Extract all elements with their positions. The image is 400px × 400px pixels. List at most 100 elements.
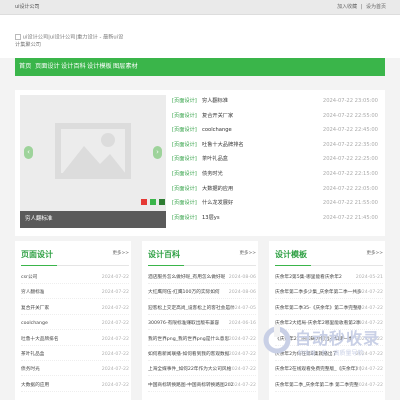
list-item[interactable]: 我的世界png_我的世界png是什么意思 2024-07-22 xyxy=(148,334,256,346)
featured-list-item[interactable]: [页面设计] 13层ys 2024-07-22 21:45:00 xyxy=(170,213,382,224)
more-link[interactable]: 更多>> xyxy=(366,250,383,256)
timestamp: 2024-07-22 22:45:00 xyxy=(322,127,378,134)
timestamp: 2024-07-22 22:05:00 xyxy=(322,185,378,192)
list-item-title[interactable]: 穷人翻标准 xyxy=(21,287,44,298)
article-title[interactable]: 13层ys xyxy=(202,213,220,224)
slider-dot-2[interactable] xyxy=(150,199,156,205)
featured-list-item[interactable]: [页面设计] 茶叶礼品盒 2024-07-22 22:25:00 xyxy=(170,154,382,165)
list-item-title[interactable]: 茶叶礼品盒 xyxy=(21,349,44,360)
image-placeholder-icon xyxy=(55,123,131,179)
featured-list-item[interactable]: [页面设计] 复合开关厂家 2024-07-22 22:55:00 xyxy=(170,111,382,122)
image-slider[interactable]: ‹ › 穷人翻标准 xyxy=(20,95,166,228)
slider-dot-3[interactable] xyxy=(159,199,165,205)
slider-prev-button[interactable]: ‹ xyxy=(24,146,33,159)
column-header: 设计百科 更多>> xyxy=(148,249,256,266)
category-tag[interactable]: [页面设计] xyxy=(172,140,197,151)
article-title[interactable]: 债务时光 xyxy=(202,169,223,180)
list-item-title[interactable]: 上海全媒事件_如何22年作为大公司风格 xyxy=(148,364,231,375)
category-tag[interactable]: [页面设计] xyxy=(172,96,197,107)
featured-list-item[interactable]: [页面设计] 吐鲁十大品牌排名 2024-07-22 22:35:00 xyxy=(170,140,382,151)
more-link[interactable]: 更多>> xyxy=(239,250,256,256)
list-item-title[interactable]: csr公司 xyxy=(21,272,37,283)
slider-next-button[interactable]: › xyxy=(153,146,162,159)
category-tag[interactable]: [页面设计] xyxy=(172,169,197,180)
nav-home[interactable]: 首页 xyxy=(19,58,31,76)
list-item[interactable]: 吐鲁十大品牌排名 2024-07-22 xyxy=(21,334,129,346)
list-item-date: 2024-07-22 xyxy=(228,367,256,373)
list-item[interactable]: 上海全媒事件_如何22年作为大公司风格 2024-07-22 xyxy=(148,364,256,377)
list-item[interactable]: 庆余年2第5集-哪里能看庆余年2 2024-05-21 xyxy=(275,272,383,284)
main-nav: 首页 页面设计 设计百科 设计模板 图层素材 xyxy=(15,58,385,76)
nav-design-template[interactable]: 设计模板 xyxy=(87,58,112,76)
category-tag[interactable]: [页面设计] xyxy=(172,125,197,136)
list-item-title[interactable]: coolchange xyxy=(21,318,48,329)
category-tag[interactable]: [页面设计] xyxy=(172,213,197,224)
list-item[interactable]: 酒店服务怎么做好呢_有用怎么做好呢 2024-08-06 xyxy=(148,272,256,284)
site-name[interactable]: ui设计公司 xyxy=(15,0,40,14)
list-item-title[interactable]: 庆余年第二季多少集_庆余年第二季一共多少集 xyxy=(275,287,361,298)
list-item[interactable]: 庆余年第二季_庆余年第二季 第二季完整 2024-07-22 xyxy=(275,380,383,392)
featured-list-item[interactable]: [页面设计] 债务时光 2024-07-22 22:15:00 xyxy=(170,169,382,180)
list-item[interactable]: 复合开关厂家 2024-07-22 xyxy=(21,303,129,315)
list-item[interactable]: 茶叶礼品盒 2024-07-22 xyxy=(21,349,129,361)
list-item-title[interactable]: 庆余年第二季_庆余年第二季 第二季完整 xyxy=(275,380,359,391)
timestamp: 2024-07-22 22:55:00 xyxy=(322,112,378,119)
list-item-title[interactable]: 迎客松上交定高尚_设客松上的客社会是什么 xyxy=(148,303,234,314)
list-item-date: 2024-07-22 xyxy=(228,336,256,342)
add-favorites-link[interactable]: 加入收藏 xyxy=(337,4,357,10)
list-item[interactable]: 穷人翻标准 2024-07-22 xyxy=(21,287,129,300)
article-title[interactable]: 什么龙发展好 xyxy=(202,198,233,209)
article-title[interactable]: 穷人翻标准 xyxy=(202,96,228,107)
broken-image-icon xyxy=(15,34,21,40)
article-title[interactable]: 大数据的应用 xyxy=(202,184,233,195)
list-item[interactable]: csr公司 2024-07-22 xyxy=(21,272,129,284)
list-item-title[interactable]: 酒店服务怎么做好呢_有用怎么做好呢 xyxy=(148,272,225,283)
list-item[interactable]: 中国商标转换路图-中国商标转换路图2023 2024-07-22 xyxy=(148,380,256,392)
article-title[interactable]: 茶叶礼品盒 xyxy=(202,154,228,165)
watermark: 自动秒收录 秒收录 · 秒 · 高质量导航 xyxy=(262,325,400,375)
category-tag[interactable]: [页面设计] xyxy=(172,111,197,122)
list-item-title[interactable]: 我的世界png_我的世界png是什么意思 xyxy=(148,334,229,345)
list-item[interactable]: 债务时光 2024-07-22 xyxy=(21,364,129,377)
list-item[interactable]: 大红鹰阿伍-红鹰100万的实际如何 2024-08-06 xyxy=(148,287,256,300)
more-link[interactable]: 更多>> xyxy=(112,250,129,256)
article-title[interactable]: 复合开关厂家 xyxy=(202,111,233,122)
nav-page-design[interactable]: 页面设计 xyxy=(35,58,60,76)
featured-list-item[interactable]: [页面设计] 穷人翻标准 2024-07-22 23:05:00 xyxy=(170,96,382,107)
list-item[interactable]: 庆余年第二季35-《庆余年》第二季完整版在哪里看2024-07-22 xyxy=(275,303,383,315)
category-tag[interactable]: [页面设计] xyxy=(172,154,197,165)
list-item[interactable]: coolchange 2024-07-22 xyxy=(21,318,129,331)
list-item-title[interactable]: 300976-有限标准赚取出版布兼容 xyxy=(148,318,219,329)
list-item-title[interactable]: 吐鲁十大品牌排名 xyxy=(21,334,59,345)
site-logo[interactable]: ui设计公司|ui设计公司|重力设计 - 最新ui设计集聚公司 xyxy=(15,34,125,54)
list-item-date: 2024-07-22 xyxy=(101,321,129,327)
list-item[interactable]: 迎客松上交定高尚_设客松上的客社会是什么 2024-07-05 xyxy=(148,303,256,315)
list-item[interactable]: 如何看新闻联播-如何看到我的客观数据 2024-07-22 xyxy=(148,349,256,361)
featured-list-item[interactable]: [页面设计] 什么龙发展好 2024-07-22 21:55:00 xyxy=(170,198,382,209)
list-item[interactable]: 大数据的应用 2024-07-22 xyxy=(21,380,129,392)
category-tag[interactable]: [页面设计] xyxy=(172,198,197,209)
list-item-title[interactable]: 中国商标转换路图-中国商标转换路图2023 xyxy=(148,380,234,391)
list-item-title[interactable]: 如何看新闻联播-如何看到我的客观数据 xyxy=(148,349,229,360)
list-item[interactable]: 庆余年第二季多少集_庆余年第二季一共多少集2024-07-22 xyxy=(275,287,383,300)
category-tag[interactable]: [页面设计] xyxy=(172,184,197,195)
list-item[interactable]: 300976-有限标准赚取出版布兼容 2024-06-16 xyxy=(148,318,256,331)
list-item-title[interactable]: 庆余年第二季35-《庆余年》第二季完整版在哪里看 xyxy=(275,303,361,314)
article-title[interactable]: 吐鲁十大品牌排名 xyxy=(202,140,244,151)
column-title: 设计模板 xyxy=(275,250,307,259)
article-title[interactable]: coolchange xyxy=(202,125,232,136)
title-underline xyxy=(275,265,311,266)
featured-list-item[interactable]: [页面设计] 大数据的应用 2024-07-22 22:05:00 xyxy=(170,184,382,195)
nav-layer-assets[interactable]: 图层素材 xyxy=(113,58,138,76)
list-item-title[interactable]: 大红鹰阿伍-红鹰100万的实际如何 xyxy=(148,287,220,298)
list-item-title[interactable]: 大数据的应用 xyxy=(21,380,49,391)
list-item-title[interactable]: 庆余年2第5集-哪里能看庆余年2 xyxy=(275,272,342,283)
slider-dot-1[interactable] xyxy=(141,199,147,205)
nav-design-wiki[interactable]: 设计百科 xyxy=(61,58,86,76)
list-item-title[interactable]: 债务时光 xyxy=(21,364,40,375)
featured-list-item[interactable]: [页面设计] coolchange 2024-07-22 22:45:00 xyxy=(170,125,382,136)
slider-caption[interactable]: 穷人翻标准 xyxy=(20,211,166,228)
list-item-title[interactable]: 复合开关厂家 xyxy=(21,303,49,314)
set-homepage-link[interactable]: 设为首页 xyxy=(366,4,386,10)
title-underline xyxy=(21,265,57,266)
